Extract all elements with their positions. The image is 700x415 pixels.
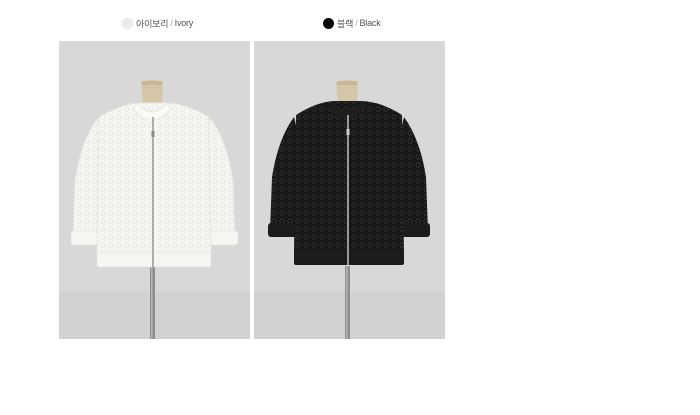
color-name-ko: 아이보리 <box>136 18 169 29</box>
jacket-image-black <box>254 41 445 339</box>
color-name-ko: 블랙 <box>337 18 354 29</box>
product-photo-black <box>254 41 445 339</box>
black-swatch-dot <box>323 17 334 29</box>
product-photo-ivory <box>59 41 250 339</box>
ivory-swatch-dot <box>122 17 133 29</box>
color-label-black: 블랙 / Black <box>323 16 381 30</box>
color-name-en: Ivory <box>174 18 194 28</box>
product-color-options: 아이보리 / Ivory 블랙 / Black <box>0 0 700 415</box>
label-separator: / <box>170 18 173 28</box>
label-separator: / <box>355 18 358 28</box>
color-name-en: Black <box>359 18 381 28</box>
jacket-image-ivory <box>59 41 250 339</box>
color-label-ivory: 아이보리 / Ivory <box>122 16 193 30</box>
